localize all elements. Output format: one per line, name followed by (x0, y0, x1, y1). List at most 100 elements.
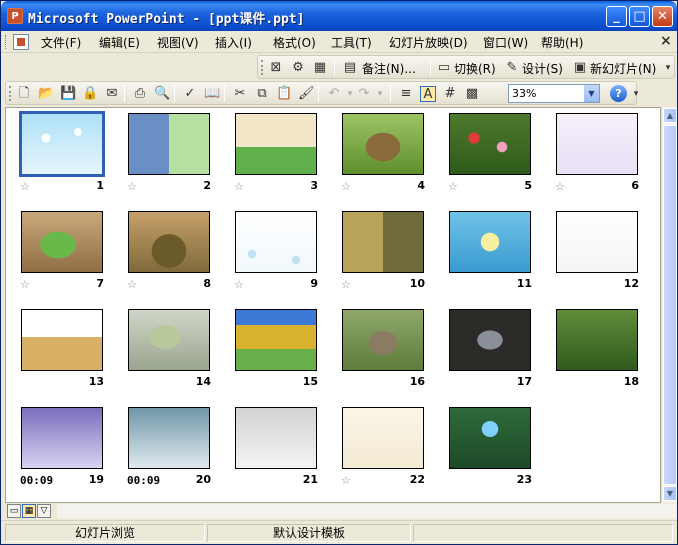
slide-preview-image[interactable] (21, 407, 103, 469)
slide-preview-image[interactable] (556, 211, 638, 273)
slide-thumbnail[interactable]: ☆ 1 (19, 111, 144, 208)
slide-thumbnail[interactable]: 11 (448, 210, 572, 306)
animation-star-icon[interactable]: ☆ (127, 278, 137, 291)
slide-thumbnail[interactable]: 15 (234, 308, 358, 404)
menu-file[interactable]: 文件(F) (41, 34, 81, 51)
slide-preview-image[interactable] (449, 407, 531, 469)
slide-thumbnail[interactable]: ☆ 2 (127, 112, 251, 208)
animation-star-icon[interactable]: ☆ (448, 180, 458, 193)
slide-preview-image[interactable] (128, 309, 210, 371)
zoom-dropdown-icon[interactable]: ▼ (584, 85, 599, 102)
scroll-up-icon[interactable]: ▲ (663, 108, 677, 123)
redo-icon[interactable]: ↷ (356, 86, 372, 102)
close-button[interactable]: ✕ (652, 6, 673, 27)
redo-dropdown-icon[interactable]: ▾ (372, 86, 388, 102)
title-bar[interactable]: P Microsoft PowerPoint - [ppt课件.ppt] _ □… (1, 1, 677, 31)
menu-format[interactable]: 格式(O) (273, 34, 316, 51)
save-icon[interactable]: 💾 (60, 86, 76, 102)
slide-thumbnail[interactable]: ☆ 6 (555, 112, 660, 208)
slide-sorter-view-icon[interactable]: ▦ (22, 504, 36, 518)
slide-thumbnail[interactable]: 14 (127, 308, 251, 404)
normal-view-icon[interactable]: ▭ (7, 504, 21, 518)
slide-preview-image[interactable] (128, 407, 210, 469)
maximize-button[interactable]: □ (629, 6, 650, 27)
zoom-select[interactable]: 33% ▼ (508, 84, 600, 103)
slide-preview-image[interactable] (19, 111, 105, 177)
slide-thumbnail[interactable]: ☆ 9 (234, 210, 358, 306)
transition-icon[interactable]: ▭ (436, 60, 452, 76)
menu-view[interactable]: 视图(V) (157, 34, 199, 51)
slide-thumbnail[interactable]: 17 (448, 308, 572, 404)
animation-star-icon[interactable]: ☆ (341, 180, 351, 193)
slide-thumbnail[interactable]: ☆ 7 (20, 210, 144, 306)
slide-thumbnail[interactable]: ☆ 3 (234, 112, 358, 208)
slide-thumbnail[interactable]: ☆ 4 (341, 112, 465, 208)
slide-thumbnail[interactable]: 18 (555, 308, 660, 404)
open-icon[interactable]: 📂 (38, 86, 54, 102)
expand-all-icon[interactable]: ≡ (398, 86, 414, 102)
slide-preview-image[interactable] (235, 113, 317, 175)
slide-preview-image[interactable] (556, 113, 638, 175)
slide-preview-image[interactable] (235, 211, 317, 273)
print-preview-icon[interactable]: 🔍 (154, 86, 170, 102)
powerpoint-app-icon[interactable]: P (7, 8, 23, 24)
slide-preview-image[interactable] (449, 113, 531, 175)
scroll-thumb[interactable] (663, 125, 677, 485)
color-grayscale-icon[interactable]: ▩ (464, 86, 480, 102)
vertical-scrollbar[interactable]: ▲ ▼ (661, 107, 677, 503)
undo-icon[interactable]: ↶ (326, 86, 342, 102)
slide-thumbnail[interactable]: ☆ 22 (341, 406, 465, 502)
transition-button[interactable]: 切换(R) (454, 60, 496, 77)
summary-slide-icon[interactable]: ⚙ (290, 60, 306, 76)
menu-help[interactable]: 帮助(H) (541, 34, 583, 51)
research-icon[interactable]: 📖 (204, 86, 220, 102)
menu-slideshow[interactable]: 幻灯片放映(D) (389, 34, 468, 51)
toolbar-grip[interactable] (9, 86, 12, 101)
horizontal-scroll-area[interactable] (57, 504, 677, 518)
slide-thumbnail[interactable]: ☆ 5 (448, 112, 572, 208)
toolbar-options-icon[interactable]: ▾ (660, 60, 676, 76)
slide-thumbnail[interactable]: 12 (555, 210, 660, 306)
spelling-icon[interactable]: ✓ (182, 86, 198, 102)
slide-preview-image[interactable] (21, 309, 103, 371)
menu-grip[interactable] (5, 35, 8, 49)
slide-thumbnail[interactable]: ☆ 8 (127, 210, 251, 306)
menu-insert[interactable]: 插入(I) (215, 34, 252, 51)
slide-preview-image[interactable] (21, 211, 103, 273)
minimize-button[interactable]: _ (606, 6, 627, 27)
toolbar-grip[interactable] (261, 60, 264, 75)
help-icon[interactable]: ? (610, 85, 627, 102)
notes-icon[interactable]: ▤ (342, 60, 358, 76)
animation-star-icon[interactable]: ☆ (341, 474, 351, 487)
slide-preview-image[interactable] (342, 211, 424, 273)
menu-edit[interactable]: 编辑(E) (99, 34, 140, 51)
cut-icon[interactable]: ✂ (232, 86, 248, 102)
animation-star-icon[interactable]: ☆ (20, 180, 30, 193)
slide-thumbnail[interactable]: 00:09 20 (127, 406, 251, 502)
slide-thumbnail[interactable]: 16 (341, 308, 465, 404)
slideshow-view-icon[interactable]: ▽ (37, 504, 51, 518)
animation-star-icon[interactable]: ☆ (127, 180, 137, 193)
document-icon[interactable] (13, 34, 29, 50)
format-painter-icon[interactable]: 🖌 (298, 86, 315, 102)
print-icon[interactable]: ⎙ (132, 86, 148, 102)
animation-star-icon[interactable]: ☆ (555, 180, 565, 193)
grid-icon[interactable]: # (442, 86, 458, 102)
design-icon[interactable]: ✎ (504, 60, 520, 76)
animation-star-icon[interactable]: ☆ (20, 278, 30, 291)
slide-preview-image[interactable] (449, 309, 531, 371)
notes-button[interactable]: 备注(N)... (362, 60, 416, 77)
animation-star-icon[interactable]: ☆ (341, 278, 351, 291)
scroll-down-icon[interactable]: ▼ (663, 486, 677, 501)
slide-preview-image[interactable] (342, 407, 424, 469)
toolbar-options-icon[interactable]: ▾ (628, 86, 644, 102)
hide-slide-icon[interactable]: ⊠ (268, 60, 284, 76)
menu-tools[interactable]: 工具(T) (331, 34, 372, 51)
slide-thumbnail[interactable]: 23 (448, 406, 572, 502)
email-icon[interactable]: ✉ (104, 86, 120, 102)
slide-preview-image[interactable] (128, 211, 210, 273)
new-slide-button[interactable]: 新幻灯片(N) (590, 60, 656, 77)
permission-icon[interactable]: 🔒 (82, 86, 98, 102)
slide-preview-image[interactable] (342, 113, 424, 175)
design-button[interactable]: 设计(S) (522, 60, 563, 77)
